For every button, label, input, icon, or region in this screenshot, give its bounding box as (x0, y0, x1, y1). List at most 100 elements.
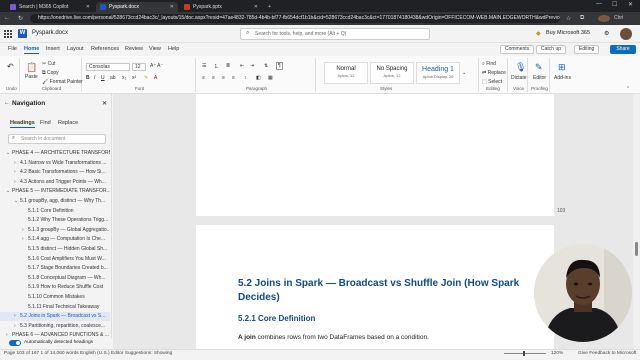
align-left-icon[interactable]: ≡ (202, 75, 205, 81)
app-launcher-icon[interactable] (4, 30, 12, 38)
share-button[interactable]: Share (610, 45, 636, 54)
back-icon[interactable]: ← (4, 15, 10, 21)
extensions-icon[interactable]: ⧉ (580, 15, 584, 22)
document-page[interactable] (196, 94, 554, 216)
add-ins-icon[interactable]: ⊞ (558, 62, 566, 73)
nav-heading-item[interactable]: › 5.1.3 groupBy — Global Aggregatio... (0, 226, 110, 235)
editor-button[interactable]: Editor (533, 75, 546, 81)
menu-view[interactable]: View (149, 46, 161, 52)
nav-heading-item[interactable]: 5.1.2 Why These Operations Trigg... (0, 216, 110, 225)
font-color-icon[interactable]: A (154, 75, 157, 81)
find-button[interactable]: ⌕ Find (482, 61, 496, 67)
maximize-icon[interactable]: ☐ (612, 1, 617, 8)
nav-back-icon[interactable]: ← (4, 100, 10, 106)
justify-icon[interactable]: ≡ (232, 75, 235, 81)
nav-close-icon[interactable]: ✕ (102, 100, 107, 107)
line-spacing-icon[interactable]: ↕ (244, 75, 247, 81)
nav-heading-item[interactable]: › 4.1 Narrow vs Wide Transformations ... (0, 159, 110, 168)
heading-2[interactable]: 5.2 Joins in Spark — Broadcast vs Shuffl… (238, 277, 528, 305)
bold-icon[interactable]: B (86, 75, 90, 81)
catch-up-button[interactable]: Catch up (536, 45, 567, 54)
align-right-icon[interactable]: ≡ (222, 75, 225, 81)
font-grow-icon[interactable]: A⁺ A⁻ (150, 63, 163, 69)
style-no-spacing[interactable]: No Spacing Aptos, 12 (370, 62, 414, 84)
nav-heading-item[interactable]: 5.1.11 Final Technical Takeaway (0, 303, 110, 312)
format-painter-button[interactable]: 🖌 Format Painter (42, 79, 83, 85)
borders-icon[interactable]: ▦ (268, 75, 273, 81)
show-formatting-icon[interactable]: ¶ (276, 62, 283, 70)
close-icon[interactable]: ✕ (254, 4, 258, 10)
font-size-select[interactable]: 12 (132, 63, 146, 71)
tab-headings[interactable]: Headings (10, 120, 35, 128)
search-input[interactable]: Search for tools, help, and more (Alt + … (240, 28, 430, 40)
undo-icon[interactable]: ↶ (7, 62, 14, 71)
nav-heading-item[interactable]: 5.1.1 Core Definition (0, 207, 110, 216)
comments-button[interactable]: Comments (500, 45, 535, 54)
menu-review[interactable]: Review (125, 46, 143, 52)
document-title[interactable]: Pyspark.docx (32, 30, 68, 36)
nav-heading-item[interactable]: 5.1.6 Cost Amplifiers You Must W... (0, 255, 110, 264)
browser-tab-copilot[interactable]: Search | M365 Copilot ✕ (6, 2, 94, 12)
nav-heading-item[interactable]: › 4.3 Actions and Trigger Points — Wh... (0, 178, 110, 187)
bullets-icon[interactable]: ☰ (202, 63, 206, 69)
multilevel-list-icon[interactable]: ≣ (226, 63, 230, 69)
subscript-icon[interactable]: x₂ (122, 75, 126, 81)
close-icon[interactable]: ✕ (86, 4, 90, 10)
url-field[interactable]: https://onedrive.live.com/personal/52867… (30, 14, 560, 23)
feedback-link[interactable]: Give Feedback to Microsoft (578, 351, 636, 356)
italic-icon[interactable]: I (94, 75, 95, 81)
nav-heading-item[interactable]: 5.1.8 Conceptual Diagram — Wh... (0, 274, 110, 283)
style-heading-1[interactable]: Heading 1 Aptos Display, 20 (416, 62, 460, 84)
nav-heading-item[interactable]: 5.1.9 How to Reduce Shuffle Cost (0, 283, 110, 292)
replace-button[interactable]: ⇄ Replace (482, 70, 506, 76)
copy-button[interactable]: ⧉ Copy (42, 70, 59, 76)
heading-3[interactable]: 5.2.1 Core Definition (238, 314, 315, 323)
shading-icon[interactable]: ◧ (256, 75, 261, 81)
styles-more-icon[interactable]: ⌄ (462, 70, 466, 76)
profile-avatar[interactable] (598, 15, 610, 22)
nav-heading-phase[interactable]: ⌄PHASE 4 — ARCHITECTURE TRANSFORMATIONS (0, 149, 110, 158)
menu-layout[interactable]: Layout (67, 46, 84, 52)
menu-home[interactable]: Home (24, 46, 40, 54)
select-button[interactable]: ⬚ Select (482, 79, 502, 85)
zoom-level[interactable]: 120% (551, 351, 563, 356)
zoom-slider-knob[interactable] (523, 351, 525, 356)
nav-heading-item[interactable]: 5.1.7 Stage Boundaries Created b... (0, 264, 110, 273)
strikethrough-icon[interactable]: ab (110, 75, 116, 81)
cut-button[interactable]: ✂ Cut (42, 61, 55, 67)
nav-heading-item[interactable]: › 5.3 Partitioning, repartition, coalesce… (0, 322, 110, 331)
nav-heading-item[interactable]: 5.1.10 Common Mistakes (0, 293, 110, 302)
dictate-button[interactable]: Dictate (511, 75, 527, 81)
favorites-icon[interactable]: ☆ (566, 15, 571, 22)
nav-heading-phase[interactable]: ⌄ PHASE 5 — INTERMEDIATE TRANSFOR... (0, 187, 110, 196)
nav-heading-item[interactable]: 5.1.5 distinct — Hidden Global Sh... (0, 245, 110, 254)
style-normal[interactable]: Normal Aptos, 12 (324, 62, 368, 84)
microphone-icon[interactable]: 🎙 (515, 62, 526, 73)
align-center-icon[interactable]: ≡ (212, 75, 215, 81)
nav-heading-item[interactable]: › 4.2 Basic Transformations — How Si... (0, 168, 110, 177)
numbering-icon[interactable]: ⒈ (214, 63, 219, 70)
font-name-select[interactable]: Consolas (86, 63, 130, 71)
browser-tab-pptx[interactable]: Pyspark.pptx ✕ (180, 2, 262, 12)
nav-heading-item[interactable]: › 5.1.4 agg — Computation Is Che... (0, 235, 110, 244)
menu-references[interactable]: References (91, 46, 119, 52)
user-avatar[interactable] (620, 28, 632, 40)
menu-help[interactable]: Help (168, 46, 179, 52)
sort-icon[interactable]: ⇅ (264, 63, 268, 69)
window-close-icon[interactable]: ✕ (628, 1, 633, 8)
tab-replace[interactable]: Replace (58, 120, 78, 126)
decrease-indent-icon[interactable]: ⇤ (240, 63, 244, 69)
nav-heading-item[interactable]: ⌄ 5.1 groupBy, agg, distinct — Why Th... (0, 197, 110, 206)
menu-file[interactable]: File (8, 46, 17, 52)
editing-mode-button[interactable]: Editing (574, 45, 600, 54)
ribbon-collapse-icon[interactable]: ⌃ (626, 86, 630, 92)
buy-microsoft-365-link[interactable]: Buy Microsoft 365 (546, 30, 590, 36)
minimize-icon[interactable]: — (596, 1, 602, 7)
close-icon[interactable]: ✕ (170, 4, 174, 10)
browser-tab-docx[interactable]: Pyspark.docx ✕ (96, 2, 178, 12)
nav-heading-item[interactable]: › 5.2 Joins in Spark — Broadcast vs S... (0, 312, 110, 322)
highlight-icon[interactable]: ✎ (144, 75, 148, 81)
menu-insert[interactable]: Insert (46, 46, 60, 52)
auto-headings-toggle[interactable] (9, 340, 21, 346)
scrollbar-thumb[interactable] (635, 242, 638, 256)
